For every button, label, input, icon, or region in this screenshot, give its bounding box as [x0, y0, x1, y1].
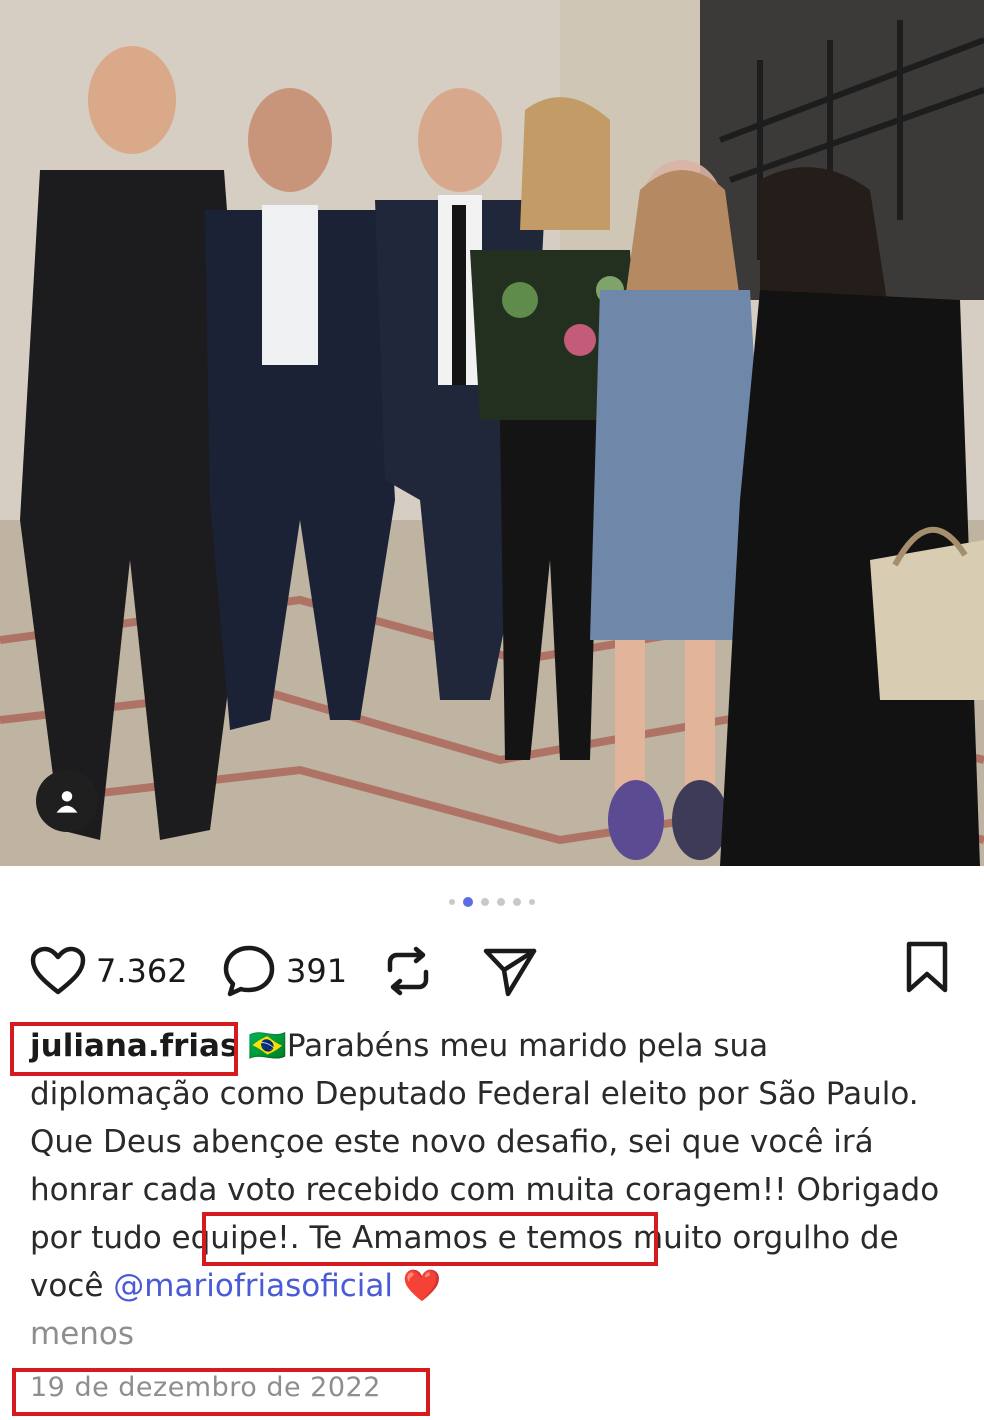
highlight-box-username [10, 1022, 238, 1076]
save-button[interactable] [904, 940, 950, 994]
caption-less-link[interactable]: menos [30, 1316, 134, 1352]
flag-emoji: 🇧🇷 [248, 1028, 287, 1064]
carousel-dot[interactable] [481, 898, 489, 906]
carousel-dot[interactable] [497, 898, 505, 906]
repost-button[interactable] [382, 946, 434, 996]
carousel-indicator [0, 894, 984, 910]
highlight-box-date [12, 1368, 430, 1416]
bookmark-icon [906, 941, 948, 993]
send-icon [483, 948, 537, 997]
tagged-people-icon[interactable] [36, 770, 98, 832]
person-icon [56, 791, 78, 813]
comment-bubble-icon [223, 945, 275, 997]
caption-mention[interactable]: @mariofriasoficial [113, 1268, 393, 1304]
like-button[interactable]: 7.362 [30, 946, 188, 996]
comment-button[interactable]: 391 [222, 944, 347, 998]
carousel-dot-active[interactable] [463, 897, 473, 907]
highlight-box-phrase [202, 1212, 658, 1266]
post-photo[interactable] [0, 0, 984, 866]
share-button[interactable] [482, 946, 538, 998]
like-count: 7.362 [96, 952, 188, 990]
comment-count: 391 [286, 952, 348, 990]
carousel-dot[interactable] [449, 899, 455, 905]
carousel-dot[interactable] [529, 899, 535, 905]
photo-illustration [0, 0, 984, 866]
carousel-dot[interactable] [513, 898, 521, 906]
repost-icon [387, 946, 429, 996]
heart-emoji: ❤️ [402, 1268, 442, 1304]
heart-icon [30, 946, 86, 995]
post-actions-bar: 7.362 391 [0, 936, 984, 1006]
